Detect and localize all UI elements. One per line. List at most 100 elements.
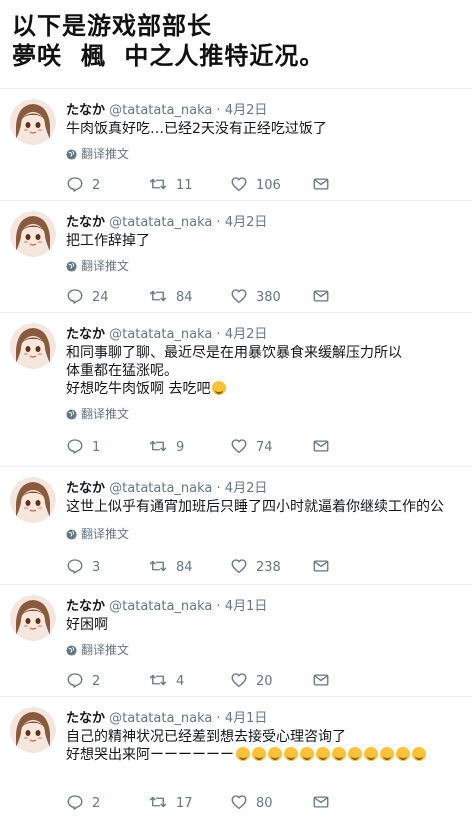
separator: · [216, 327, 221, 342]
crying-face-emoji-icon [364, 747, 378, 761]
display-name[interactable]: たなか [66, 215, 105, 230]
reply-button[interactable]: 2 [66, 793, 100, 813]
reply-count: 2 [92, 178, 101, 193]
tweet[interactable]: たなか @tatatata_naka · 4月1日 好困啊 翻译推文 2 4 2… [0, 584, 472, 697]
like-button[interactable]: 380 [230, 287, 281, 307]
crying-face-emoji-icon [332, 747, 346, 761]
globe-icon [66, 149, 77, 160]
display-name[interactable]: たなか [66, 711, 105, 726]
like-button[interactable]: 106 [230, 175, 281, 195]
separator: · [216, 711, 221, 726]
retweet-count: 9 [176, 440, 185, 455]
avatar[interactable] [10, 707, 56, 753]
user-handle[interactable]: @tatatata_naka [109, 215, 212, 230]
heart-icon [231, 559, 247, 574]
tweet-text-line: 自己的精神状况已经差到想去接受心理咨询了 [66, 729, 346, 745]
direct-message-button[interactable] [312, 793, 338, 813]
reply-icon [67, 439, 83, 454]
user-handle[interactable]: @tatatata_naka [109, 711, 212, 726]
like-count: 380 [256, 290, 281, 305]
tweet-header: たなか @tatatata_naka · 4月2日 [66, 211, 267, 230]
display-name[interactable]: たなか [66, 103, 105, 118]
translate-label: 翻译推文 [81, 147, 130, 161]
tweet-text: 把工作辞掉了 [66, 232, 470, 250]
like-button[interactable]: 20 [230, 671, 273, 691]
tweet-date[interactable]: 4月2日 [225, 103, 268, 118]
translate-tweet-link[interactable]: 翻译推文 [66, 641, 129, 658]
avatar[interactable] [10, 99, 56, 145]
retweet-button[interactable]: 84 [148, 557, 193, 577]
avatar[interactable] [10, 323, 56, 369]
like-button[interactable]: 238 [230, 557, 281, 577]
tweet[interactable]: たなか @tatatata_naka · 4月2日 把工作辞掉了 翻译推文 24… [0, 200, 472, 313]
retweet-icon [149, 290, 167, 302]
retweet-count: 4 [176, 674, 185, 689]
tweet-date[interactable]: 4月1日 [225, 599, 268, 614]
crying-face-emoji-icon [236, 747, 250, 761]
reply-button[interactable]: 2 [66, 671, 100, 691]
user-handle[interactable]: @tatatata_naka [109, 481, 212, 496]
avatar[interactable] [10, 211, 56, 257]
mail-icon [313, 290, 329, 302]
tweet[interactable]: たなか @tatatata_naka · 4月2日 牛肉饭真好吃…已经2天没有正… [0, 88, 472, 201]
reply-button[interactable]: 3 [66, 557, 100, 577]
reply-icon [67, 673, 83, 688]
retweet-icon [149, 796, 167, 808]
tweet-actions: 1 9 74 [66, 437, 336, 457]
retweet-icon [149, 178, 167, 190]
retweet-button[interactable]: 84 [148, 287, 193, 307]
translate-label: 翻译推文 [81, 527, 130, 541]
globe-icon [66, 529, 77, 540]
crying-face-emoji-icon [284, 747, 298, 761]
retweet-button[interactable]: 11 [148, 175, 193, 195]
reply-button[interactable]: 2 [66, 175, 100, 195]
avatar[interactable] [10, 477, 56, 523]
tweet[interactable]: たなか @tatatata_naka · 4月2日 和同事聊了聊、最近尽是在用暴… [0, 312, 472, 467]
retweet-button[interactable]: 17 [148, 793, 193, 813]
tweet-date[interactable]: 4月2日 [225, 327, 268, 342]
display-name[interactable]: たなか [66, 481, 105, 496]
reply-button[interactable]: 1 [66, 437, 100, 457]
direct-message-button[interactable] [312, 437, 338, 457]
direct-message-button[interactable] [312, 175, 338, 195]
user-handle[interactable]: @tatatata_naka [109, 327, 212, 342]
translate-tweet-link[interactable]: 翻译推文 [66, 525, 129, 542]
display-name[interactable]: たなか [66, 599, 105, 614]
direct-message-button[interactable] [312, 287, 338, 307]
tweet-date[interactable]: 4月2日 [225, 481, 268, 496]
separator: · [216, 103, 221, 118]
tweet[interactable]: たなか @tatatata_naka · 4月1日 自己的精神状况已经差到想去接… [0, 696, 472, 830]
translate-label: 翻译推文 [81, 643, 130, 657]
translate-label: 翻译推文 [81, 259, 130, 273]
crying-face-emoji-icon [412, 747, 426, 761]
like-button[interactable]: 74 [230, 437, 273, 457]
translate-tweet-link[interactable]: 翻译推文 [66, 257, 129, 274]
tweet-date[interactable]: 4月1日 [225, 711, 268, 726]
reply-button[interactable]: 24 [66, 287, 109, 307]
heart-icon [231, 439, 247, 454]
tweet-date[interactable]: 4月2日 [225, 215, 268, 230]
tweet-header: たなか @tatatata_naka · 4月2日 [66, 99, 267, 118]
avatar[interactable] [10, 595, 56, 641]
retweet-button[interactable]: 4 [148, 671, 184, 691]
translate-tweet-link[interactable]: 翻译推文 [66, 145, 129, 162]
retweet-button[interactable]: 9 [148, 437, 184, 457]
mail-icon [313, 796, 329, 808]
display-name[interactable]: たなか [66, 327, 105, 342]
user-handle[interactable]: @tatatata_naka [109, 103, 212, 118]
user-handle[interactable]: @tatatata_naka [109, 599, 212, 614]
tweet-header: たなか @tatatata_naka · 4月1日 [66, 595, 267, 614]
direct-message-button[interactable] [312, 671, 338, 691]
crying-face-emoji-icon [380, 747, 394, 761]
retweet-icon [149, 440, 167, 452]
like-count: 238 [256, 560, 281, 575]
crying-face-emoji-icon [268, 747, 282, 761]
retweet-count: 11 [176, 178, 193, 193]
tweet-header: たなか @tatatata_naka · 4月1日 [66, 707, 267, 726]
heart-icon [231, 177, 247, 192]
translate-tweet-link[interactable]: 翻译推文 [66, 405, 129, 422]
tweet[interactable]: たなか @tatatata_naka · 4月2日 这世上似乎有通宵加班后只睡了… [0, 466, 472, 585]
direct-message-button[interactable] [312, 557, 338, 577]
like-button[interactable]: 80 [230, 793, 273, 813]
mail-icon [313, 440, 329, 452]
